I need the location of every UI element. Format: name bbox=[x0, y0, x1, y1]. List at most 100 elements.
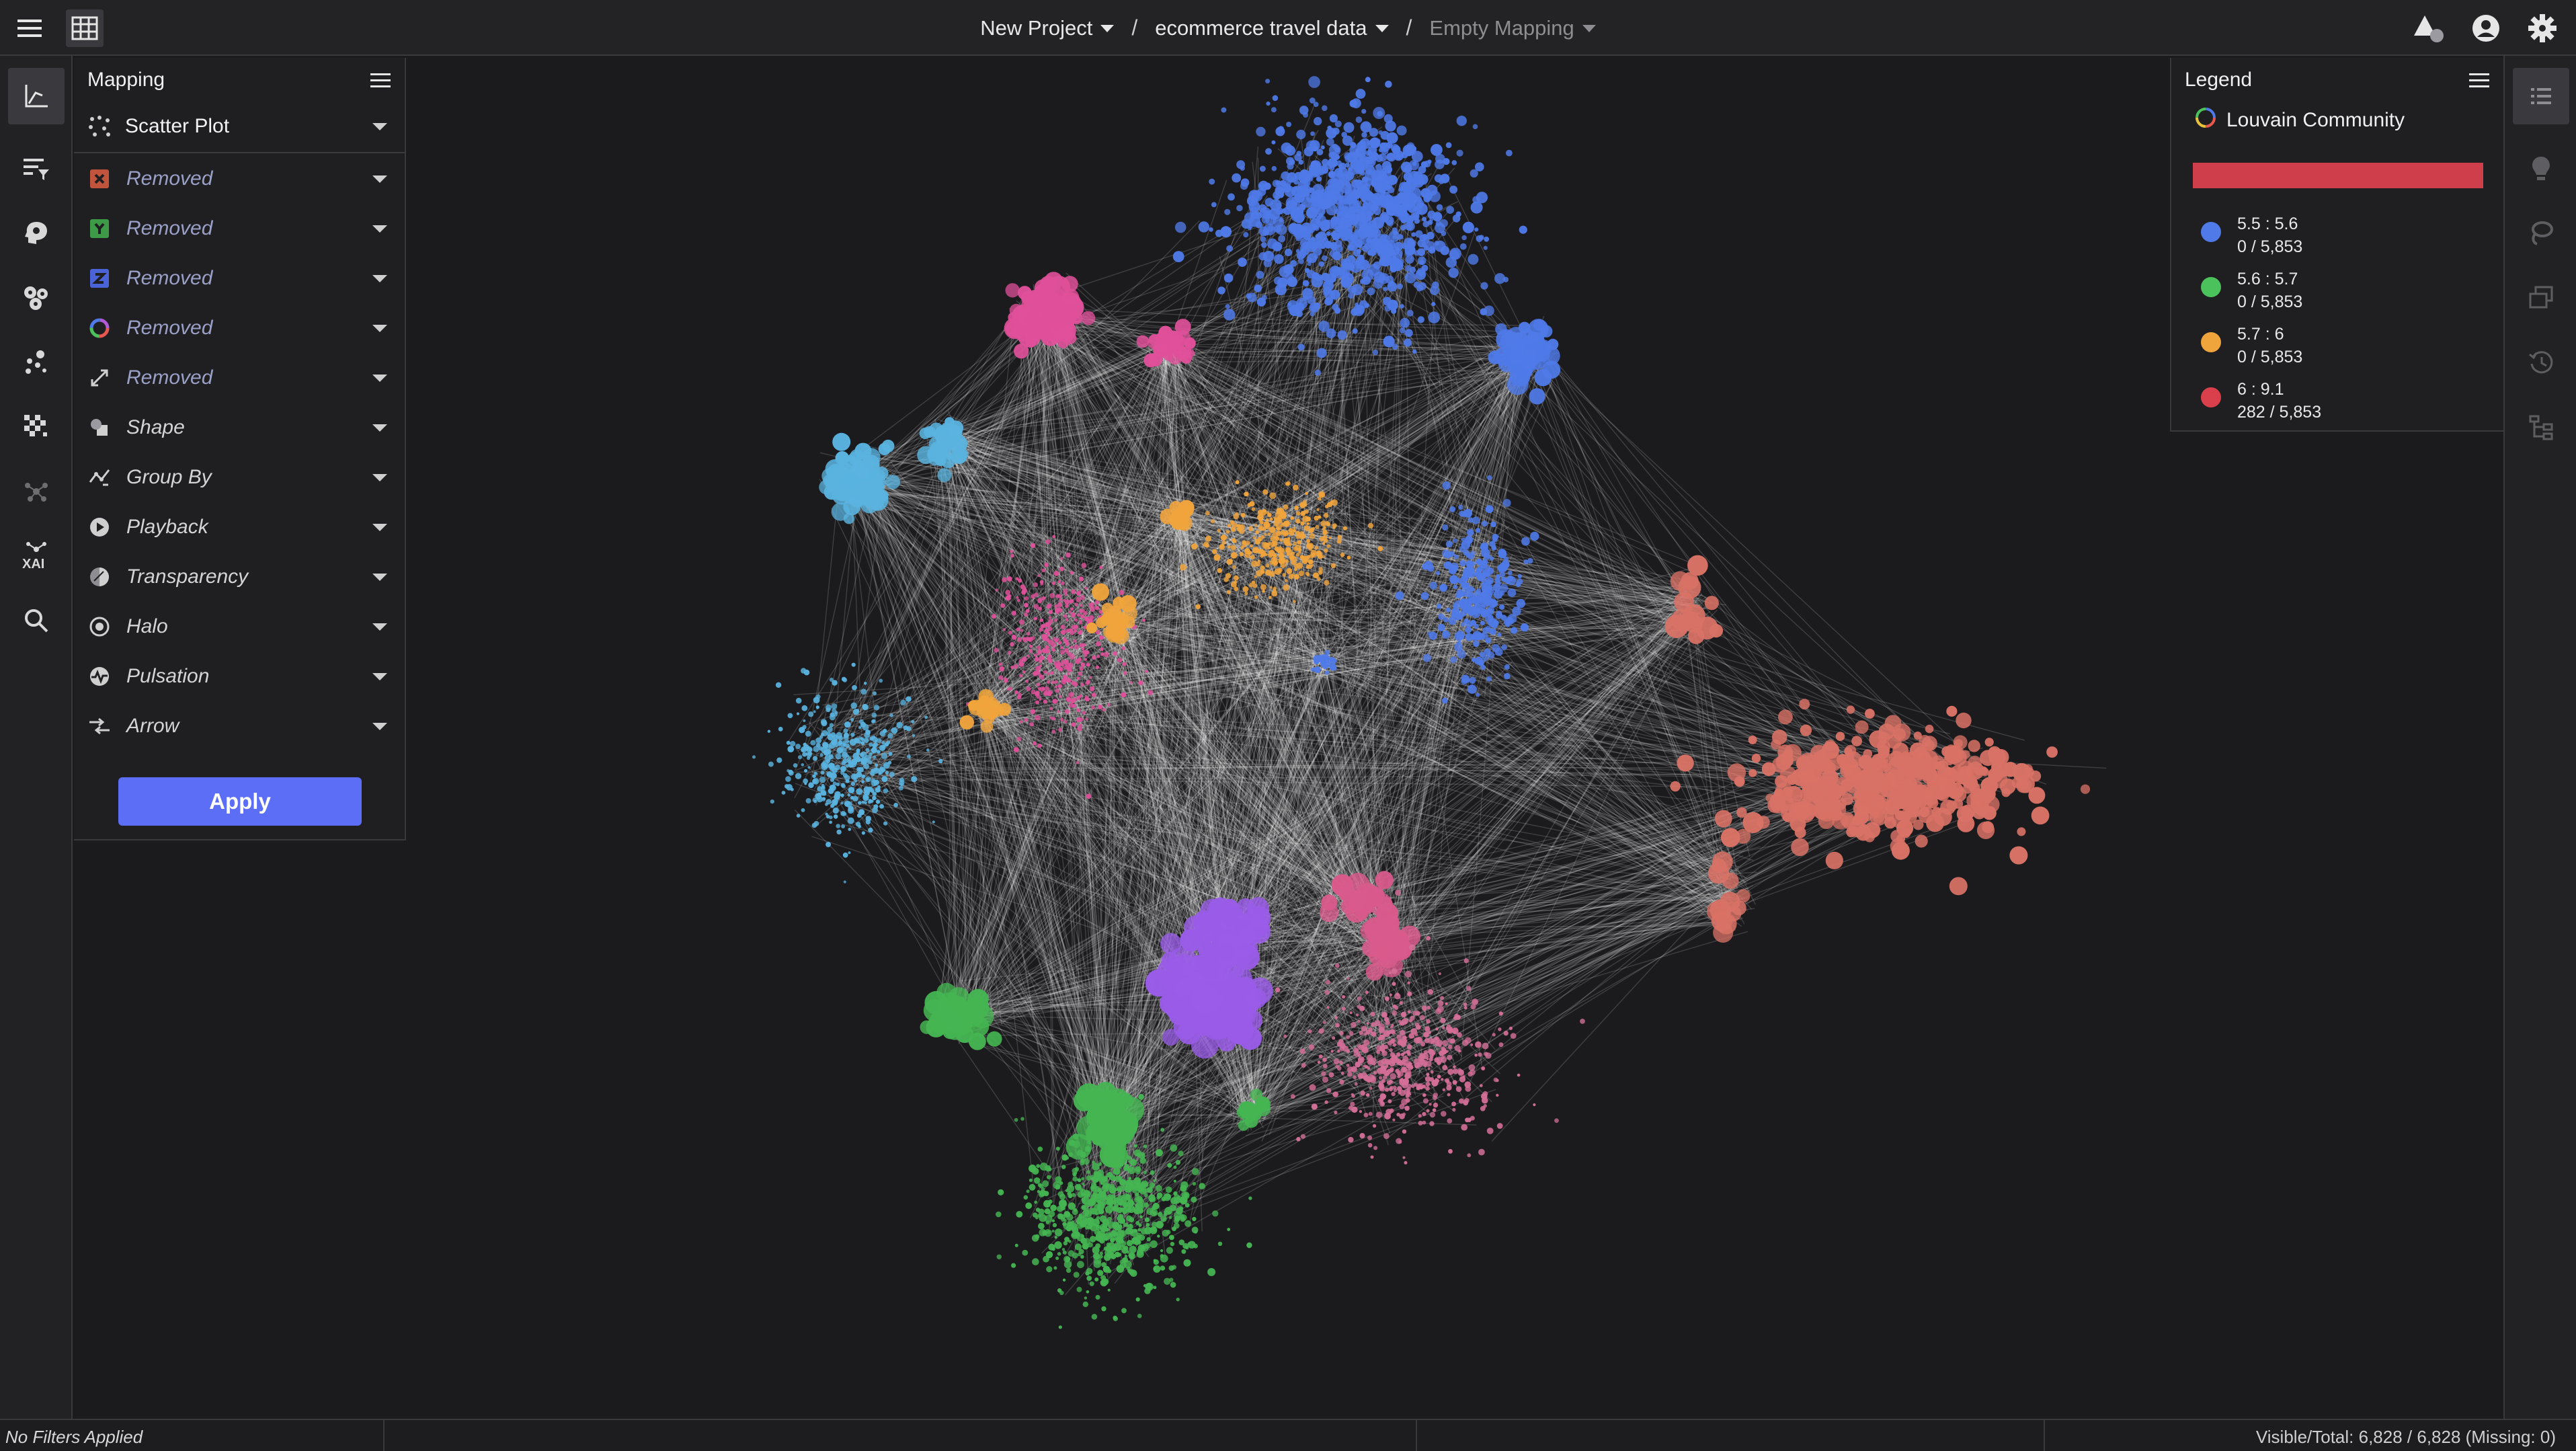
graph-node bbox=[1368, 264, 1380, 276]
breadcrumb-project[interactable]: New Project bbox=[980, 16, 1115, 40]
rail-mapping-button[interactable] bbox=[8, 68, 65, 124]
graph-node bbox=[877, 738, 882, 743]
rail-snapshots-button[interactable] bbox=[2513, 270, 2569, 326]
graph-node bbox=[1497, 633, 1502, 637]
graph-node bbox=[1076, 760, 1080, 764]
graph-node bbox=[1289, 305, 1301, 317]
graph-node bbox=[1481, 542, 1488, 549]
graph-node bbox=[1392, 260, 1404, 272]
rail-history-button[interactable] bbox=[2513, 334, 2569, 391]
rail-hierarchy-button[interactable] bbox=[2513, 399, 2569, 455]
graph-node bbox=[1057, 594, 1062, 598]
graph-node bbox=[1681, 572, 1699, 590]
graph-node bbox=[793, 763, 798, 768]
graph-node bbox=[1014, 690, 1018, 695]
graph-node bbox=[1084, 586, 1088, 590]
graph-node bbox=[1506, 576, 1517, 586]
graph-node bbox=[998, 675, 1004, 680]
graph-node bbox=[826, 758, 831, 764]
graph-node bbox=[1359, 186, 1369, 196]
graph-node bbox=[801, 808, 805, 812]
graph-node bbox=[1256, 126, 1266, 136]
graph-node bbox=[1409, 187, 1422, 200]
graph-node bbox=[1148, 334, 1160, 346]
settings-gear-icon[interactable] bbox=[2524, 9, 2561, 47]
graph-node bbox=[1271, 107, 1277, 113]
graph-node bbox=[828, 815, 833, 820]
graph-node bbox=[1081, 647, 1085, 651]
graph-node bbox=[1287, 302, 1292, 307]
graph-node bbox=[856, 452, 868, 465]
graph-node bbox=[1323, 548, 1328, 553]
graph-node bbox=[1306, 270, 1316, 279]
graph-node bbox=[1315, 233, 1320, 239]
graph-node bbox=[1342, 272, 1354, 285]
graph-node bbox=[1100, 647, 1104, 652]
graph-node bbox=[994, 648, 999, 653]
user-account-icon[interactable] bbox=[2467, 9, 2505, 47]
breadcrumb-dataset[interactable]: ecommerce travel data bbox=[1155, 16, 1389, 40]
graph-node bbox=[1049, 593, 1055, 598]
rail-search-button[interactable] bbox=[8, 592, 65, 649]
graph-node bbox=[848, 747, 852, 750]
rail-ai-button[interactable] bbox=[8, 205, 65, 262]
graph-node bbox=[1441, 697, 1448, 704]
graph-node bbox=[1286, 481, 1291, 486]
graph-node bbox=[1332, 526, 1336, 529]
graph-node bbox=[1049, 610, 1053, 615]
graph-node bbox=[1347, 255, 1356, 264]
graph-node bbox=[840, 742, 846, 748]
rail-heatmap-button[interactable] bbox=[8, 399, 65, 455]
graph-node bbox=[875, 799, 881, 804]
graph-node bbox=[1091, 693, 1096, 698]
rail-lasso-button[interactable] bbox=[2513, 205, 2569, 262]
graph-node bbox=[926, 748, 930, 752]
rail-xai-button[interactable]: XAI bbox=[8, 528, 65, 584]
graph-node bbox=[1364, 303, 1369, 308]
graph-node bbox=[1260, 236, 1266, 243]
graph-node bbox=[1488, 628, 1494, 634]
graph-node bbox=[1506, 373, 1529, 395]
graph-node bbox=[863, 758, 869, 764]
graph-node bbox=[1361, 109, 1367, 114]
graph-node bbox=[1435, 216, 1439, 221]
graph-node bbox=[1502, 276, 1509, 282]
graph-node bbox=[1247, 292, 1257, 303]
notifications-shapes-icon[interactable] bbox=[2411, 9, 2448, 47]
graph-node bbox=[834, 764, 840, 771]
graph-node bbox=[1034, 592, 1039, 597]
graph-node bbox=[1326, 544, 1331, 548]
graph-node bbox=[1191, 543, 1198, 550]
graph-node bbox=[1330, 563, 1336, 569]
graph-node bbox=[1307, 564, 1313, 569]
graph-node bbox=[1283, 504, 1289, 510]
graph-node bbox=[1081, 563, 1087, 568]
graph-node bbox=[1450, 562, 1459, 571]
graph-node bbox=[1036, 691, 1040, 694]
graph-node bbox=[1319, 493, 1324, 498]
graph-node bbox=[1037, 743, 1042, 748]
graph-node bbox=[1107, 703, 1111, 707]
graph-node bbox=[1385, 120, 1396, 132]
rail-scatter-button[interactable] bbox=[8, 334, 65, 391]
graph-node bbox=[1387, 219, 1394, 227]
graph-node bbox=[1243, 232, 1249, 238]
graph-node bbox=[1233, 513, 1239, 520]
rail-legend-button[interactable] bbox=[2513, 68, 2569, 124]
graph-node bbox=[1021, 590, 1027, 595]
graph-node bbox=[815, 772, 818, 775]
scatter-plot-canvas[interactable] bbox=[407, 58, 2169, 1417]
rail-network-button[interactable] bbox=[8, 463, 65, 520]
rail-clustering-button[interactable] bbox=[8, 270, 65, 326]
graph-node bbox=[1295, 518, 1301, 524]
graph-node bbox=[1069, 703, 1074, 708]
rail-insights-button[interactable] bbox=[2513, 141, 2569, 197]
graph-node bbox=[1265, 542, 1270, 547]
graph-node bbox=[1066, 672, 1070, 676]
graph-node bbox=[1330, 500, 1334, 504]
rail-filters-button[interactable] bbox=[8, 141, 65, 197]
graph-node bbox=[1373, 170, 1385, 182]
breadcrumb-mapping[interactable]: Empty Mapping bbox=[1429, 16, 1596, 40]
graph-node bbox=[826, 842, 832, 847]
graph-node bbox=[1073, 682, 1078, 687]
